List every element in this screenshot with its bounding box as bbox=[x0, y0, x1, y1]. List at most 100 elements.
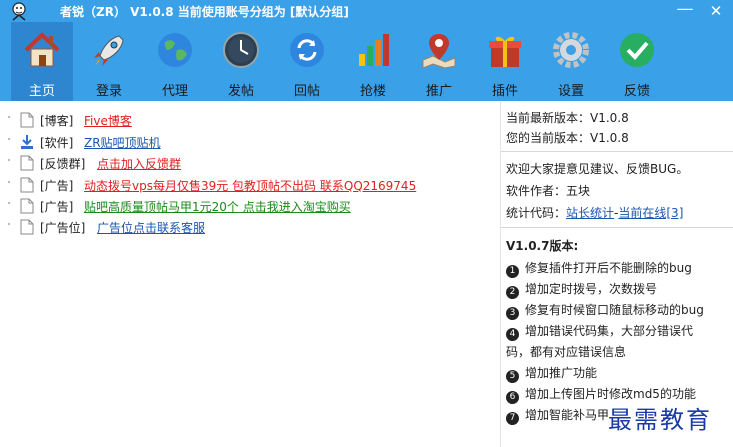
info-panel: 当前最新版本：V1.0.8 您的当前版本：V1.0.8 欢迎大家提意见建议、反馈… bbox=[500, 101, 733, 447]
tab-promote[interactable]: 推广 bbox=[408, 22, 470, 101]
tab-label: 反馈 bbox=[623, 84, 650, 99]
current-version-text: 您的当前版本：V1.0.8 bbox=[506, 131, 629, 145]
link-software[interactable]: ZR贴吧顶贴机 bbox=[84, 134, 161, 151]
welcome-text: 欢迎大家提意见建议、反馈BUG。 bbox=[506, 162, 689, 176]
link-ad-vps[interactable]: 动态拨号vps每月仅售39元 包教顶帖不出码 联系QQ2169745 bbox=[84, 177, 416, 194]
rocket-icon bbox=[94, 35, 124, 66]
clock-icon bbox=[223, 32, 259, 68]
gift-icon bbox=[489, 36, 521, 67]
list-item: [广告位] 广告位点击联系客服 bbox=[0, 217, 500, 237]
list-item: [广告] 动态拨号vps每月仅售39元 包教顶帖不出码 联系QQ2169745 bbox=[0, 175, 500, 195]
changelog-item: 1 修复插件打开后不能删除的bug bbox=[506, 259, 692, 278]
bar-chart-icon bbox=[359, 34, 389, 66]
close-button[interactable]: ✕ bbox=[706, 1, 726, 21]
tab-label: 设置 bbox=[557, 84, 584, 99]
link-category: [反馈群] bbox=[40, 157, 86, 171]
map-pin-icon bbox=[422, 34, 456, 69]
document-icon bbox=[20, 155, 34, 171]
changelog-text: 修复有时候窗口随鼠标移动的bug bbox=[525, 303, 704, 317]
changelog-item: 4 增加错误代码集，大部分错误代 bbox=[506, 322, 693, 341]
changelog-text: 增加智能补马甲 bbox=[525, 408, 610, 422]
number-badge: 7 bbox=[506, 412, 519, 425]
changelog-item: 5 增加推广功能 bbox=[506, 364, 597, 383]
list-item: [软件] ZR贴吧顶贴机 bbox=[0, 132, 500, 152]
changelog-item: 2 增加定时拨号，次数拨号 bbox=[506, 280, 657, 299]
tab-reply[interactable]: 回帖 bbox=[276, 22, 338, 101]
changelog-text: 增加上传图片时修改md5的功能 bbox=[525, 387, 696, 401]
bullet-dot bbox=[8, 116, 10, 118]
tab-proxy[interactable]: 代理 bbox=[144, 22, 206, 101]
gear-icon bbox=[553, 32, 589, 68]
document-icon bbox=[20, 112, 34, 128]
link-category: [广告] bbox=[40, 179, 74, 193]
number-badge: 4 bbox=[506, 328, 519, 341]
watermark-text: 最需教育 bbox=[608, 406, 712, 434]
number-badge: 1 bbox=[506, 265, 519, 278]
bullet-dot bbox=[8, 223, 10, 225]
link-ad-accounts[interactable]: 贴吧高质量顶帖马甲1元20个 点击我进入淘宝购买 bbox=[84, 198, 351, 215]
check-icon bbox=[620, 33, 654, 67]
changelog-text: 修复插件打开后不能删除的bug bbox=[525, 261, 692, 275]
changelog-item-continued: 码，都有对应错误信息 bbox=[506, 343, 626, 360]
app-logo-icon bbox=[12, 2, 26, 21]
bullet-dot bbox=[8, 181, 10, 183]
number-badge: 3 bbox=[506, 307, 519, 320]
author-text: 软件作者：五块 bbox=[506, 184, 591, 198]
tab-label: 回帖 bbox=[293, 84, 320, 99]
tab-plugins[interactable]: 插件 bbox=[474, 22, 536, 101]
link-category: [软件] bbox=[40, 136, 74, 150]
latest-version-text: 当前最新版本：V1.0.8 bbox=[506, 111, 629, 125]
tab-home[interactable]: 主页 bbox=[11, 22, 73, 101]
tab-label: 主页 bbox=[28, 84, 55, 99]
stats-label: 统计代码： bbox=[506, 206, 567, 220]
refresh-icon bbox=[290, 33, 324, 67]
stats-link-cnzz[interactable]: 站长统计 bbox=[566, 206, 614, 220]
link-blog[interactable]: Five博客 bbox=[84, 112, 132, 129]
title-bar: 者锐（ZR） V1.0.8 当前使用账号分组为 [默认分组] — ✕ bbox=[0, 0, 733, 22]
tab-label: 插件 bbox=[491, 84, 518, 99]
bullet-dot bbox=[8, 159, 10, 161]
link-list: [博客] Five博客 [软件] ZR贴吧顶贴机 [反馈群] 点击加入反馈群 [… bbox=[0, 101, 500, 447]
divider bbox=[501, 151, 733, 152]
download-icon bbox=[21, 135, 33, 149]
tab-grab-floor[interactable]: 抢楼 bbox=[342, 22, 404, 101]
tab-label: 登录 bbox=[95, 84, 122, 99]
tab-login[interactable]: 登录 bbox=[78, 22, 140, 101]
tab-label: 代理 bbox=[161, 84, 188, 99]
changelog-text: 码，都有对应错误信息 bbox=[506, 345, 627, 359]
link-category: [博客] bbox=[40, 114, 74, 128]
minimize-button[interactable]: — bbox=[675, 1, 695, 21]
globe-icon bbox=[158, 33, 192, 67]
tab-post[interactable]: 发帖 bbox=[210, 22, 272, 101]
link-category: [广告] bbox=[40, 200, 74, 214]
tab-label: 发帖 bbox=[227, 84, 254, 99]
link-category: [广告位] bbox=[40, 221, 86, 235]
changelog-item: 7 增加智能补马甲 bbox=[506, 406, 609, 425]
divider bbox=[501, 227, 733, 228]
tab-feedback[interactable]: 反馈 bbox=[606, 22, 668, 101]
bullet-dot bbox=[8, 138, 10, 140]
document-icon bbox=[20, 177, 34, 193]
window-title: 者锐（ZR） V1.0.8 当前使用账号分组为 [默认分组] bbox=[60, 5, 349, 19]
changelog-title: V1.0.7版本: bbox=[506, 239, 579, 253]
main-toolbar: 主页 登录 代理 发帖 回帖 抢楼 推广 插件 设置 反馈 bbox=[0, 22, 733, 101]
link-ad-slot[interactable]: 广告位点击联系客服 bbox=[97, 219, 205, 236]
document-icon bbox=[20, 198, 34, 214]
changelog-item: 3 修复有时候窗口随鼠标移动的bug bbox=[506, 301, 704, 320]
tab-settings[interactable]: 设置 bbox=[540, 22, 602, 101]
changelog-text: 增加定时拨号，次数拨号 bbox=[525, 282, 658, 296]
changelog-text: 增加推广功能 bbox=[525, 366, 598, 380]
changelog-text: 增加错误代码集，大部分错误代 bbox=[525, 324, 694, 338]
number-badge: 6 bbox=[506, 391, 519, 404]
house-icon bbox=[24, 32, 60, 67]
list-item: [博客] Five博客 bbox=[0, 110, 500, 130]
number-badge: 2 bbox=[506, 286, 519, 299]
list-item: [广告] 贴吧高质量顶帖马甲1元20个 点击我进入淘宝购买 bbox=[0, 196, 500, 216]
link-feedback-group[interactable]: 点击加入反馈群 bbox=[97, 155, 181, 172]
bullet-dot bbox=[8, 202, 10, 204]
tab-label: 推广 bbox=[425, 84, 452, 99]
stats-link-online[interactable]: 当前在线[3] bbox=[618, 206, 683, 220]
stats-line: 统计代码：站长统计-当前在线[3] bbox=[506, 204, 683, 221]
document-icon bbox=[20, 219, 34, 235]
list-item: [反馈群] 点击加入反馈群 bbox=[0, 153, 500, 173]
